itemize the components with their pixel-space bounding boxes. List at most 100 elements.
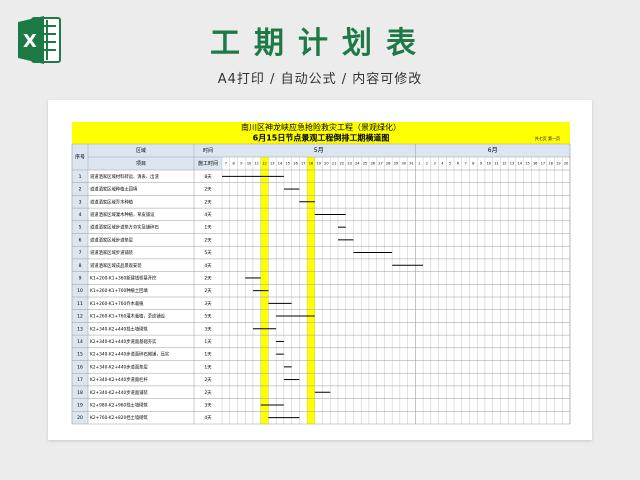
row-item: K2+980-K2+960挡土墙砌筑 — [90, 401, 148, 408]
row-number: 17 — [77, 377, 83, 383]
row-number: 5 — [79, 225, 82, 231]
row-duration: 3天 — [204, 301, 212, 307]
day-label: 16 — [533, 162, 537, 166]
row-duration: 1天 — [204, 364, 212, 370]
day-label: 20 — [564, 162, 568, 166]
row-item: 道道洒家区域步道铺装 — [90, 249, 134, 256]
row-number: 16 — [77, 364, 83, 370]
day-label: 22 — [340, 162, 344, 166]
day-label: 11 — [494, 162, 498, 166]
highlight-column — [307, 157, 315, 424]
row-item: K1+200-K1+360新建钱桥基开挖 — [90, 274, 157, 281]
row-number: 19 — [77, 402, 83, 408]
day-label: 14 — [278, 162, 283, 166]
day-label: 7 — [464, 162, 466, 166]
row-item: K1+260-K1+760种植土回填 — [90, 287, 148, 294]
day-label: 11 — [255, 162, 259, 166]
row-item: 道道洒家区域灌木种植，草皮铺设 — [90, 211, 155, 218]
day-label: 20 — [324, 162, 328, 166]
row-item: 道道洒家区域材料转运、清表、出渣 — [90, 173, 159, 180]
row-duration: 2天 — [204, 288, 212, 294]
day-label: 14 — [517, 162, 522, 166]
day-label: 10 — [487, 162, 491, 166]
row-item: K2+340-K2+440步道面碎石摊铺，压实 — [90, 351, 170, 358]
row-number: 3 — [79, 199, 82, 205]
day-label: 3 — [434, 162, 436, 166]
day-label: 12 — [262, 162, 266, 166]
month-may: 5月 — [314, 147, 324, 154]
row-duration: 1天 — [204, 225, 212, 231]
row-item: K2+340-K2+440步道面铺装 — [90, 389, 148, 396]
row-number: 11 — [77, 301, 83, 307]
row-number: 6 — [79, 237, 82, 243]
day-label: 1 — [418, 162, 420, 166]
row-duration: 3天 — [204, 402, 212, 408]
row-duration: 2天 — [204, 390, 212, 396]
day-label: 8 — [232, 162, 234, 166]
page-title: 工期计划表 — [210, 26, 430, 61]
project-title: 南川区神龙峡应急抢险救灾工程（景观绿化） — [241, 122, 401, 132]
row-item: 道道洒家区域成品景观安装 — [90, 262, 142, 269]
row-item: K1+260-K1+760灌木栽植，草皮铺设 — [90, 313, 166, 320]
day-label: 28 — [386, 162, 390, 166]
day-label: 16 — [293, 162, 297, 166]
page-info: 共七页 第一页 — [535, 135, 560, 141]
day-label: 17 — [541, 162, 545, 166]
row-number: 1 — [79, 174, 82, 180]
day-label: 29 — [394, 162, 398, 166]
header-item: 项目 — [136, 161, 146, 167]
row-duration: 1天 — [204, 339, 212, 345]
day-label: 17 — [301, 162, 305, 166]
chart-title: 6月15日节点景观工程倒排工期横道图 — [253, 133, 390, 143]
spreadsheet-sheet: 南川区神龙峡应急抢险救灾工程（景观绿化） 6月15日节点景观工程倒排工期横道图 共七… — [48, 100, 592, 440]
row-number: 13 — [77, 326, 83, 332]
header: X 工期计划表 A4打印 / 自动公式 / 内容可修改 — [0, 0, 640, 100]
day-label: 6 — [457, 162, 459, 166]
day-label: 18 — [548, 162, 552, 166]
day-label: 21 — [332, 162, 336, 166]
row-item: K2+340-K2+440步道面垫层 — [90, 363, 148, 370]
row-item: K2+340-K2+440步道面栏杆 — [90, 376, 148, 383]
day-label: 5 — [449, 162, 451, 166]
header-duration: 施工时间 — [198, 160, 218, 167]
day-label: 24 — [355, 162, 360, 166]
day-label: 19 — [556, 162, 560, 166]
day-label: 31 — [409, 162, 413, 166]
day-label: 4 — [441, 162, 444, 166]
row-duration: 2天 — [204, 237, 212, 243]
day-label: 9 — [240, 162, 242, 166]
row-duration: 5天 — [204, 250, 212, 256]
row-number: 15 — [77, 352, 83, 358]
day-label: 7 — [225, 162, 227, 166]
row-duration: 4天 — [204, 263, 212, 269]
header-area: 区域 — [136, 147, 146, 154]
row-item: K2+340-K2+440步道面基础夯实 — [90, 338, 157, 345]
row-item: K2+340-K2+440挡土墙砌筑 — [90, 325, 148, 332]
row-number: 2 — [79, 187, 82, 193]
day-label: 15 — [525, 162, 529, 166]
day-label: 25 — [363, 162, 367, 166]
day-label: 15 — [285, 162, 289, 166]
row-item: 道道洒家区域步道垫层 — [90, 236, 134, 243]
row-duration: 1天 — [204, 352, 212, 358]
row-item: K1+260-K1+760乔木栽植 — [90, 300, 144, 307]
header-time: 时间 — [203, 147, 213, 154]
day-label: 12 — [502, 162, 506, 166]
header-seq: 序号 — [75, 154, 85, 161]
row-number: 20 — [77, 415, 83, 421]
row-item: 道道洒家区域种植土回填 — [90, 186, 138, 193]
row-number: 18 — [77, 390, 83, 396]
row-duration: 2天 — [204, 199, 212, 205]
row-item: K2+760-K2+820挡土墙砌筑 — [90, 414, 148, 421]
row-number: 4 — [79, 212, 82, 218]
day-label: 18 — [309, 162, 313, 166]
day-label: 30 — [401, 162, 405, 166]
page-subtitle: A4打印 / 自动公式 / 内容可修改 — [217, 72, 423, 87]
day-label: 10 — [247, 162, 251, 166]
row-item: 道道洒家区域步道垫方夯实及铺碎石 — [90, 224, 159, 231]
month-june: 6月 — [488, 147, 498, 154]
day-label: 8 — [472, 162, 474, 166]
row-duration: 2天 — [204, 275, 212, 281]
row-number: 8 — [79, 263, 82, 269]
row-number: 12 — [77, 314, 83, 320]
